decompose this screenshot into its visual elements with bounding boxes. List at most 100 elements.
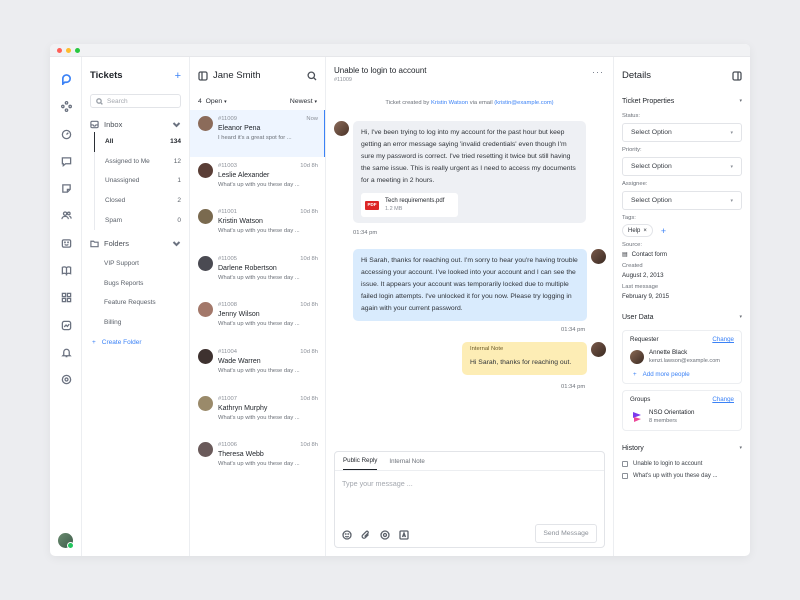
close-icon[interactable]: ×: [643, 228, 647, 234]
add-more-people-button[interactable]: + Add more people: [630, 371, 734, 378]
attachment-icon[interactable]: [361, 530, 371, 540]
minimize-window-dot[interactable]: [66, 47, 71, 53]
folder-item[interactable]: Billing: [82, 313, 189, 333]
analytics-icon[interactable]: [60, 319, 72, 331]
maximize-window-dot[interactable]: [75, 47, 80, 53]
contacts-icon[interactable]: [60, 209, 72, 221]
settings-icon[interactable]: [60, 373, 72, 385]
tab-public-reply[interactable]: Public Reply: [343, 457, 378, 470]
notes-icon[interactable]: [60, 182, 72, 194]
history-item-label: Unable to login to account: [633, 461, 703, 467]
send-message-button[interactable]: Send Message: [535, 524, 597, 543]
created-email-link[interactable]: (kristin@example.com): [494, 100, 553, 106]
inbox-item-all[interactable]: All 134: [94, 132, 189, 152]
tab-internal-note[interactable]: Internal Note: [389, 458, 424, 470]
section-label: Ticket Properties: [622, 97, 675, 105]
bot-icon[interactable]: [60, 237, 72, 249]
created-by-link[interactable]: Kristin Watson: [431, 100, 468, 106]
nav-title: Tickets: [90, 70, 123, 81]
ticket-time: 10d 8h: [300, 255, 318, 262]
folder-item[interactable]: VIP Support: [82, 254, 189, 274]
notifications-icon[interactable]: [60, 346, 72, 358]
inbox-group-header[interactable]: Inbox: [82, 116, 189, 132]
ticket-row[interactable]: #11009 Now Eleanor Pena I heard it's a grea…: [190, 110, 325, 157]
close-window-dot[interactable]: [57, 47, 62, 53]
apps-icon[interactable]: [60, 291, 72, 303]
inbox-item-spam[interactable]: Spam 0: [95, 210, 189, 230]
select-value: Select Option: [631, 197, 672, 204]
agent-avatar: [591, 249, 606, 264]
avatar: [198, 209, 213, 225]
inbox-list: All 134 Assigned to Me 12 Unassigned 1 Clos…: [94, 132, 189, 230]
ticket-id: #11003: [218, 162, 237, 169]
inbox-item-count: 134: [170, 138, 181, 146]
status-filter[interactable]: 4 Open ▾: [198, 98, 227, 105]
chevron-down-icon: ▾: [739, 445, 742, 451]
panel-toggle-icon[interactable]: [732, 70, 742, 81]
ticket-preview: What's up with you these day ...: [218, 367, 300, 374]
sort-dropdown[interactable]: Newest ▾: [290, 98, 317, 105]
inbox-item-label: All: [105, 138, 114, 146]
history-header[interactable]: History ▾: [622, 441, 742, 455]
ticket-preview: What's up with you these day ...: [218, 461, 300, 468]
ticket-preview: What's up with you these day ...: [218, 181, 300, 188]
ticket-row[interactable]: #11004 10d 8h Wade Warren What's up with yo…: [190, 343, 325, 390]
ticket-id: #11009: [218, 116, 237, 122]
folder-item[interactable]: Bugs Reports: [82, 274, 189, 294]
more-options-icon[interactable]: ···: [592, 67, 604, 77]
details-panel: Details Ticket Properties ▾ Status: Sele…: [614, 57, 750, 556]
tag-chip[interactable]: Help ×: [622, 224, 653, 237]
emoji-icon[interactable]: [342, 530, 352, 540]
user-avatar[interactable]: [58, 533, 74, 549]
attachment-name: Tech requirements.pdf: [385, 198, 445, 204]
source-label: Source:: [622, 242, 642, 248]
ticket-row[interactable]: #11008 10d 8h Jenny Wilson What's up with y…: [190, 296, 325, 343]
inbox-item-unassigned[interactable]: Unassigned 1: [95, 171, 189, 191]
folders-group-header[interactable]: Folders: [82, 236, 189, 252]
knowledge-icon[interactable]: [60, 264, 72, 276]
user-data-header[interactable]: User Data ▾: [622, 310, 742, 324]
open-count: 4: [198, 97, 202, 105]
chevron-down-icon: [172, 241, 181, 247]
ticket-properties-header[interactable]: Ticket Properties ▾: [622, 94, 742, 108]
search-input[interactable]: Search: [90, 94, 181, 108]
inbox-item-assigned[interactable]: Assigned to Me 12: [95, 152, 189, 172]
folder-item[interactable]: Feature Requests: [82, 293, 189, 313]
change-group-link[interactable]: Change: [712, 396, 734, 403]
chat-icon[interactable]: [60, 155, 72, 167]
status-select[interactable]: Select Option ▾: [622, 123, 742, 142]
inbox-icon: [90, 120, 99, 128]
search-icon: [96, 97, 103, 105]
change-requester-link[interactable]: Change: [712, 336, 734, 343]
assignee-select[interactable]: Select Option ▾: [622, 191, 742, 210]
avatar: [198, 302, 213, 318]
attachment-file[interactable]: PDF Tech requirements.pdf 1.2 MB: [361, 193, 458, 217]
ticket-row[interactable]: #11005 10d 8h Darlene Robertson What's up w…: [190, 250, 325, 297]
groups-card: Groups Change NSO Orientation 8 members: [622, 390, 742, 431]
ticket-row[interactable]: #11001 10d 8h Kristin Watson What's up with…: [190, 203, 325, 250]
dashboard-icon[interactable]: [60, 128, 72, 140]
add-tag-button[interactable]: +: [661, 226, 666, 236]
add-people-label: Add more people: [642, 371, 690, 378]
sort-label: Newest: [289, 97, 313, 105]
workflow-icon[interactable]: [60, 100, 72, 112]
text-format-icon[interactable]: [399, 530, 409, 540]
ticket-name: Eleanor Pena: [218, 125, 261, 132]
ticket-row[interactable]: #11003 10d 8h Leslie Alexander What's up wi…: [190, 157, 325, 204]
requester-card: Requester Change Annette Black kenzi.lawso…: [622, 330, 742, 384]
create-folder-button[interactable]: + Create Folder: [82, 334, 189, 350]
card-label: Requester: [630, 336, 659, 343]
ticket-row[interactable]: #11006 10d 8h Theresa Webb What's up with y…: [190, 436, 325, 483]
mention-icon[interactable]: [380, 530, 390, 540]
inbox-item-closed[interactable]: Closed 2: [95, 191, 189, 211]
history-item[interactable]: What's up with you these day ...: [622, 473, 742, 479]
priority-select[interactable]: Select Option ▾: [622, 157, 742, 176]
history-item[interactable]: Unable to login to account: [622, 461, 742, 467]
logo-icon[interactable]: [60, 73, 72, 85]
ticket-name: Jenny Wilson: [218, 311, 260, 319]
search-icon[interactable]: [307, 70, 317, 81]
message-input[interactable]: Type your message ...: [335, 471, 604, 496]
add-ticket-button[interactable]: +: [175, 70, 181, 82]
ticket-row[interactable]: #11007 10d 8h Kathryn Murphy What's up with…: [190, 390, 325, 437]
sidebar-toggle-icon[interactable]: [198, 70, 208, 81]
